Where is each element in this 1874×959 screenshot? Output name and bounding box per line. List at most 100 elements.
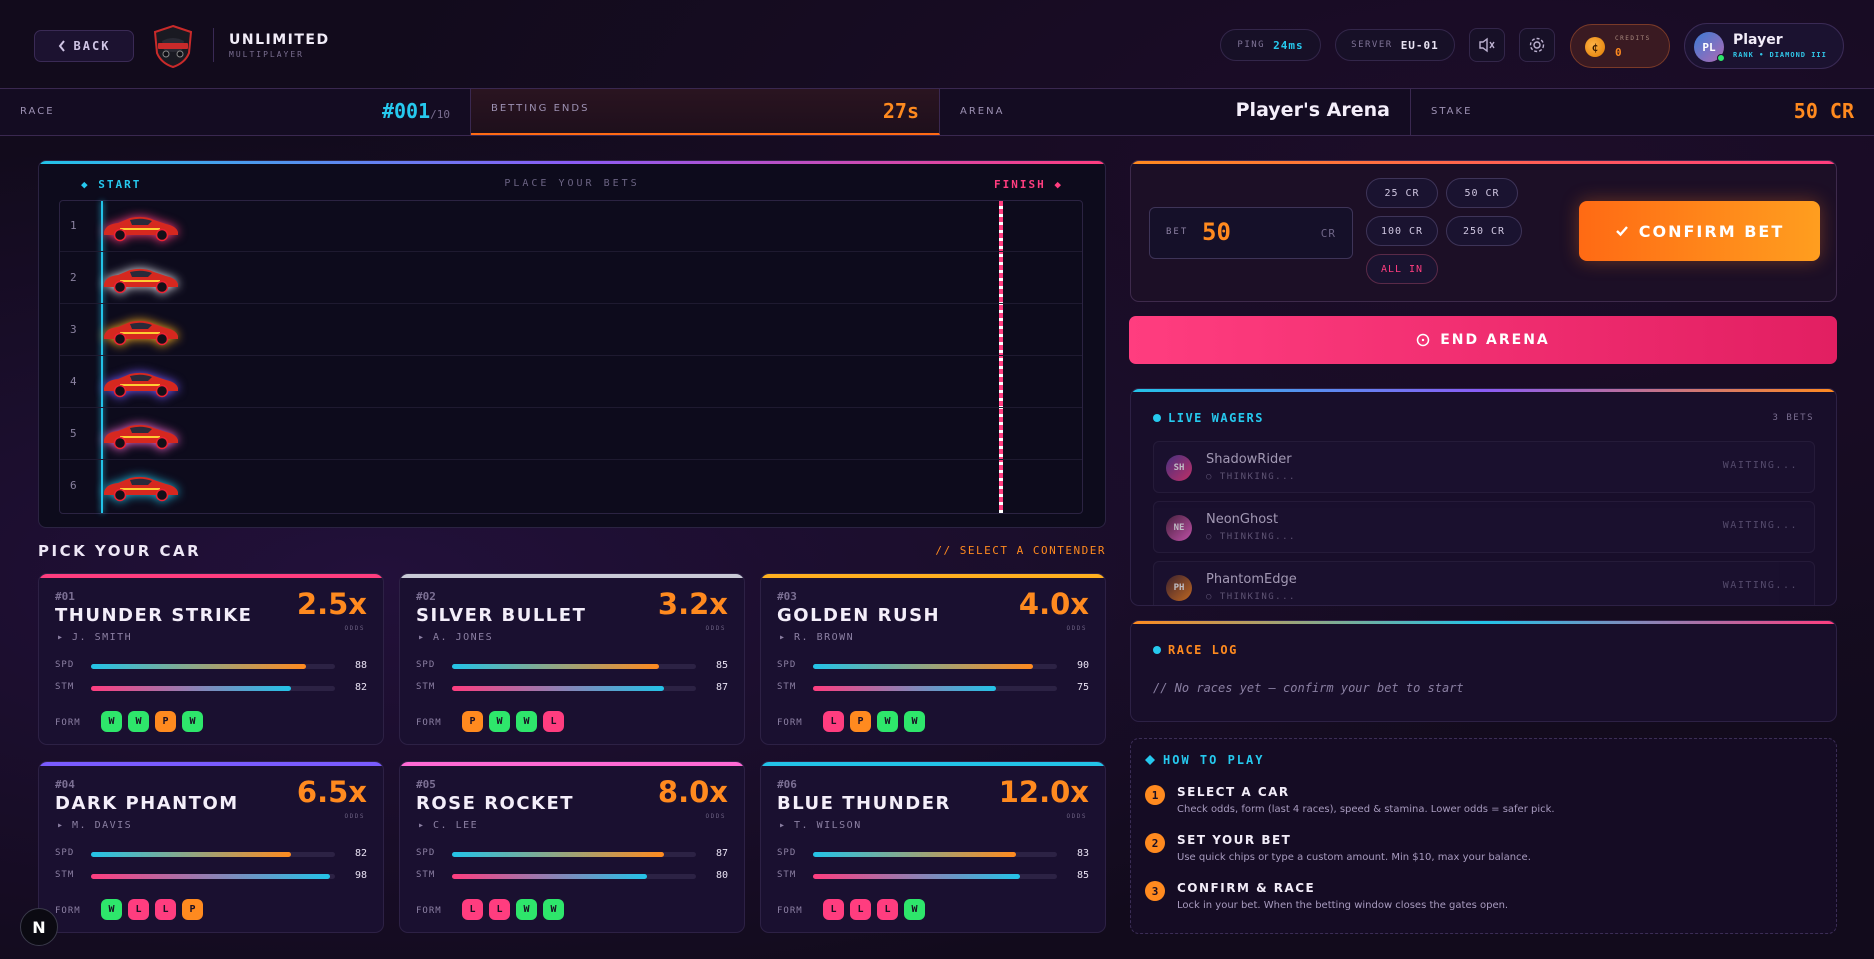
how-to-step: 3 CONFIRM & RACE Lock in your bet. When th… [1145,879,1815,919]
form-label: FORM [777,718,803,728]
chip-100[interactable]: 100 CR [1366,216,1438,246]
race-car-icon [100,212,182,242]
server-label: SERVER [1351,40,1393,50]
arena-label: ARENA [960,106,1005,117]
app-subtitle: MULTIPLAYER [229,50,304,59]
spd-bar-fill [452,852,665,857]
player-profile[interactable]: PL Player RANK • DIAMOND III [1684,23,1844,69]
lane-number: 3 [70,323,77,336]
chip-50[interactable]: 50 CR [1446,178,1518,208]
card-accent-bar [761,574,1105,578]
stm-label: STM [777,682,797,692]
stm-value: 82 [354,682,367,693]
speaker-muted-icon [1479,37,1495,53]
spd-bar-fill [452,664,660,669]
track-lanes: 1 2 3 4 5 6 [59,200,1083,514]
wager-avatar: PH [1166,575,1192,601]
chip-25[interactable]: 25 CR [1366,178,1438,208]
car-card[interactable]: #02 SILVER BULLET ▸ A. JONES 3.2x ODDS SPD 85 S… [399,573,745,745]
stm-bar-fill [813,874,1021,879]
form-label: FORM [416,906,442,916]
how-to-step: 1 SELECT A CAR Check odds, form (last 4 ra… [1145,783,1815,823]
form-result-badge: W [543,899,564,920]
stm-label: STM [55,870,75,880]
car-odds: 3.2x [657,587,728,621]
race-total: /10 [430,108,450,121]
track-top-accent [39,161,1105,164]
chip-all-in[interactable]: ALL IN [1366,254,1438,284]
car-number: #04 [55,778,75,791]
form-result-badge: W [128,711,149,732]
spd-label: SPD [416,848,436,858]
lane-number: 2 [70,271,77,284]
form-history: LLLW [823,899,925,920]
car-name: THUNDER STRIKE [55,605,253,626]
stm-label: STM [416,682,436,692]
wager-player-name: NeonGhost [1206,512,1279,527]
form-history: LPWW [823,711,925,732]
odds-label: ODDS [1066,625,1087,632]
car-card[interactable]: #04 DARK PHANTOM ▸ M. DAVIS 6.5x ODDS SPD 82 ST… [38,761,384,933]
form-result-badge: W [904,711,925,732]
lane-number: 4 [70,375,77,388]
framework-badge[interactable]: N [20,908,58,946]
bet-amount-input[interactable]: BET 50 CR [1149,207,1353,259]
end-arena-button[interactable]: END ARENA [1129,316,1837,364]
car-number: #06 [777,778,797,791]
stm-bar-fill [452,686,665,691]
spd-bar-fill [91,852,292,857]
form-result-badge: L [489,899,510,920]
step-number: 1 [1145,785,1165,805]
spd-label: SPD [416,660,436,670]
form-result-badge: P [462,711,483,732]
car-card[interactable]: #03 GOLDEN RUSH ▸ R. BROWN 4.0x ODDS SPD 90 STM… [760,573,1106,745]
wager-row: PH PhantomEdge ○ THINKING... WAITING... [1153,561,1815,605]
driver-name: ▸ C. LEE [418,820,479,831]
top-bar: BACK UNLIMITED MULTIPLAYER PING 24ms SER… [0,0,1874,88]
car-card[interactable]: #01 THUNDER STRIKE ▸ J. SMITH 2.5x ODDS SPD 88… [38,573,384,745]
spd-value: 87 [715,848,728,859]
bet-label: BET [1166,227,1189,237]
stm-bar [91,686,335,691]
bet-panel: BET 50 CR 25 CR 50 CR 100 CR 250 CR ALL … [1130,160,1837,302]
race-segment: RACE #001/10 [0,89,471,135]
wager-player-name: ShadowRider [1206,452,1292,467]
race-number: #001/10 [382,99,450,123]
track-lane: 6 [60,461,1082,512]
stake-value: 50 CR [1793,99,1854,123]
stm-bar [91,874,335,879]
power-icon [1416,333,1430,347]
bets-count: 3 BETS [1772,413,1814,423]
settings-button[interactable] [1519,28,1555,62]
car-name: DARK PHANTOM [55,793,239,814]
spd-value: 82 [354,848,367,859]
card-accent-bar [39,762,383,766]
car-name: BLUE THUNDER [777,793,951,814]
credits-display[interactable]: ¢ CREDITS 0 [1570,24,1670,68]
track-lane: 1 [60,201,1082,252]
car-card[interactable]: #06 BLUE THUNDER ▸ T. WILSON 12.0x ODDS SPD 83… [760,761,1106,933]
stm-value: 87 [715,682,728,693]
card-accent-bar [39,574,383,578]
how-to-step: 2 SET YOUR BET Use quick chips or type a c… [1145,831,1815,871]
form-history: WLLP [101,899,203,920]
wager-avatar: NE [1166,515,1192,541]
card-accent-bar [400,574,744,578]
back-button[interactable]: BACK [34,30,134,62]
track-lane: 3 [60,305,1082,356]
form-result-badge: W [101,711,122,732]
wager-row: SH ShadowRider ○ THINKING... WAITING... [1153,441,1815,493]
live-dot-icon [1153,414,1161,422]
car-card[interactable]: #05 ROSE ROCKET ▸ C. LEE 8.0x ODDS SPD 87 STM 80… [399,761,745,933]
server-indicator: SERVER EU-01 [1335,29,1455,61]
race-track: ◆ START PLACE YOUR BETS FINISH ◆ 123456 [38,160,1106,528]
back-label: BACK [73,39,111,53]
chip-250[interactable]: 250 CR [1446,216,1522,246]
car-name: SILVER BULLET [416,605,587,626]
mute-button[interactable] [1469,28,1505,62]
odds-label: ODDS [344,625,365,632]
form-history: WWPW [101,711,203,732]
confirm-bet-button[interactable]: CONFIRM BET [1579,201,1820,261]
server-value: EU-01 [1400,38,1439,52]
form-result-badge: W [101,899,122,920]
